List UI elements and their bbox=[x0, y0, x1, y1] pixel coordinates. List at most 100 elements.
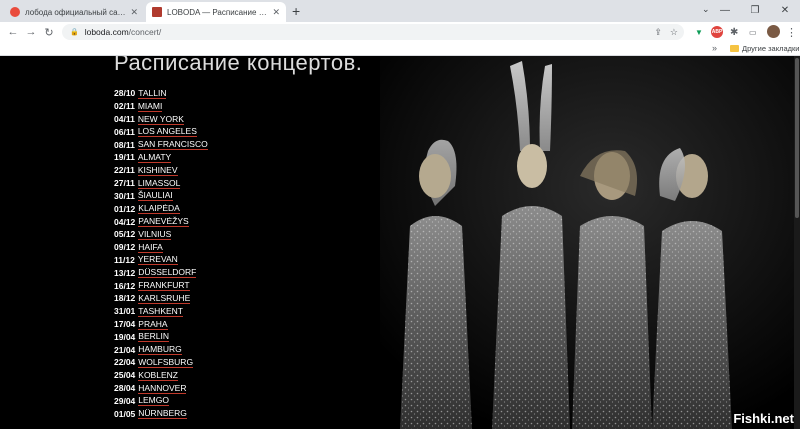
concert-row: 27/11 LIMASSOL bbox=[114, 177, 208, 190]
concert-row: 19/11 ALMATY bbox=[114, 151, 208, 164]
url-path: /concert/ bbox=[128, 27, 162, 37]
concert-city-link[interactable]: MIAMI bbox=[137, 101, 163, 112]
concert-city-link[interactable]: VILNIUS bbox=[138, 229, 172, 240]
lock-icon[interactable]: 🔒 bbox=[70, 28, 79, 36]
minimize-button[interactable]: — bbox=[710, 0, 740, 22]
restore-button[interactable]: ❐ bbox=[740, 0, 770, 22]
concert-date: 04/11 bbox=[114, 114, 135, 125]
concert-date: 08/11 bbox=[114, 139, 135, 150]
kebab-menu-icon[interactable]: ⋮ bbox=[786, 25, 797, 39]
bookmark-star-icon[interactable]: ☆ bbox=[670, 27, 678, 38]
back-icon[interactable]: ← bbox=[4, 26, 22, 38]
concert-date: 05/12 bbox=[114, 229, 136, 240]
bookmarks-overflow-chevron-icon[interactable]: » bbox=[712, 43, 717, 53]
concert-row: 01/12 KLAIPĖDA bbox=[114, 202, 208, 215]
address-bar[interactable]: 🔒 loboda.com/concert/ ⇪ ☆ bbox=[62, 24, 684, 40]
close-window-button[interactable]: ✕ bbox=[770, 0, 800, 22]
close-tab-icon[interactable]: ✕ bbox=[130, 7, 138, 18]
concert-city-link[interactable]: BERLIN bbox=[138, 331, 169, 343]
concert-date: 27/11 bbox=[114, 178, 135, 189]
reload-icon[interactable]: ↻ bbox=[40, 26, 58, 39]
concert-row: 29/04 LEMGO bbox=[114, 395, 208, 408]
concert-row: 06/11 LOS ANGELES bbox=[114, 125, 208, 138]
concert-date: 19/04 bbox=[114, 331, 136, 342]
close-tab-icon[interactable]: ✕ bbox=[272, 7, 280, 18]
concert-date: 28/04 bbox=[114, 383, 136, 394]
concert-city-link[interactable]: LIMASSOL bbox=[137, 178, 181, 189]
band-photo bbox=[380, 56, 800, 429]
new-tab-button[interactable]: + bbox=[292, 3, 300, 19]
concert-row: 02/11 MIAMI bbox=[114, 100, 208, 113]
window-controls: — ❐ ✕ bbox=[710, 0, 800, 22]
profile-avatar[interactable] bbox=[767, 25, 780, 38]
concert-city-link[interactable]: NEW YORK bbox=[137, 114, 184, 125]
concert-date: 30/11 bbox=[114, 190, 135, 201]
concert-row: 18/12 KARLSRUHE bbox=[114, 292, 208, 305]
shield-extension-icon[interactable]: ▼ bbox=[693, 25, 705, 39]
extensions-puzzle-icon[interactable]: ✱ bbox=[730, 25, 738, 39]
yandex-favicon-icon bbox=[10, 7, 20, 17]
page-scrollbar[interactable] bbox=[794, 56, 800, 429]
concert-row: 04/12 PANEVĖŽYS bbox=[114, 215, 208, 228]
concert-city-link[interactable]: HAMBURG bbox=[138, 344, 182, 356]
tab-strip: лобода официальный сайт — Я ✕ LOBODA — Р… bbox=[0, 0, 800, 22]
concert-city-link[interactable]: YEREVAN bbox=[137, 254, 178, 266]
tab-title: LOBODA — Расписание концертов bbox=[167, 7, 268, 17]
share-icon[interactable]: ⇪ bbox=[654, 27, 662, 38]
concert-city-link[interactable]: SAN FRANCISCO bbox=[137, 139, 208, 151]
concert-list: 28/10 TALLIN 02/11 MIAMI 04/11 NEW YORK 06/11 L… bbox=[114, 87, 208, 420]
watermark: Fishki.net bbox=[733, 411, 794, 426]
concert-row: 19/04 BERLIN bbox=[114, 330, 208, 343]
concert-city-link[interactable]: PRAHA bbox=[138, 319, 168, 330]
concert-date: 16/12 bbox=[114, 280, 136, 291]
concert-date: 17/04 bbox=[114, 319, 136, 330]
concert-row: 17/04 PRAHA bbox=[114, 318, 208, 331]
concert-city-link[interactable]: TASHKENT bbox=[138, 306, 183, 317]
concert-city-link[interactable]: KISHINEV bbox=[137, 165, 178, 176]
concert-row: 25/04 KOBLENZ bbox=[114, 369, 208, 382]
concert-city-link[interactable]: LEMGO bbox=[138, 395, 169, 407]
scrollbar-thumb[interactable] bbox=[795, 58, 799, 218]
tab-yandex-search[interactable]: лобода официальный сайт — Я ✕ bbox=[4, 2, 144, 22]
concert-city-link[interactable]: KLAIPĖDA bbox=[138, 203, 180, 215]
concert-row: 31/01 TASHKENT bbox=[114, 305, 208, 318]
concert-city-link[interactable]: HANNOVER bbox=[138, 383, 187, 394]
concert-city-link[interactable]: NÜRNBERG bbox=[138, 408, 187, 420]
loboda-favicon-icon bbox=[152, 7, 162, 17]
tab-loboda-concerts[interactable]: LOBODA — Расписание концертов ✕ bbox=[146, 2, 286, 22]
page-title: Расписание концертов. bbox=[114, 56, 363, 75]
concert-city-link[interactable]: KOBLENZ bbox=[138, 370, 178, 381]
concert-city-link[interactable]: DÜSSELDORF bbox=[138, 267, 197, 279]
concert-date: 25/04 bbox=[114, 370, 136, 381]
concert-row: 30/11 ŠIAULIAI bbox=[114, 190, 208, 203]
concert-date: 04/12 bbox=[114, 216, 136, 227]
concert-row: 01/05 NÜRNBERG bbox=[114, 407, 208, 420]
concert-row: 04/11 NEW YORK bbox=[114, 113, 208, 126]
concert-city-link[interactable]: PANEVĖŽYS bbox=[138, 216, 189, 228]
concert-row: 21/04 HAMBURG bbox=[114, 343, 208, 356]
adblock-extension-icon[interactable]: ABP bbox=[711, 26, 723, 38]
concert-date: 02/11 bbox=[114, 101, 135, 112]
concert-date: 13/12 bbox=[114, 267, 136, 278]
forward-icon[interactable]: → bbox=[22, 26, 40, 38]
side-panel-icon[interactable]: ▭ bbox=[749, 25, 757, 39]
other-bookmarks-label: Другие закладки bbox=[742, 44, 800, 53]
concert-date: 09/12 bbox=[114, 242, 136, 253]
concert-city-link[interactable]: KARLSRUHE bbox=[138, 293, 191, 304]
concert-city-link[interactable]: ŠIAULIAI bbox=[137, 190, 173, 202]
concert-city-link[interactable]: ALMATY bbox=[137, 152, 172, 163]
concert-date: 29/04 bbox=[114, 395, 136, 406]
concert-city-link[interactable]: TALLIN bbox=[138, 88, 167, 99]
other-bookmarks-folder[interactable]: Другие закладки bbox=[730, 44, 799, 53]
concert-city-link[interactable]: HAIFA bbox=[138, 242, 163, 253]
concert-row: 05/12 VILNIUS bbox=[114, 228, 208, 241]
concert-date: 18/12 bbox=[114, 293, 136, 304]
concert-city-link[interactable]: LOS ANGELES bbox=[137, 126, 197, 138]
concert-date: 01/05 bbox=[114, 408, 136, 419]
url-host: loboda.com bbox=[84, 27, 129, 37]
concert-row: 22/11 KISHINEV bbox=[114, 164, 208, 177]
page-content: Расписание концертов. 28/10 TALLIN 02/11 MI… bbox=[0, 56, 800, 429]
concert-city-link[interactable]: WOLFSBURG bbox=[138, 357, 194, 368]
concert-city-link[interactable]: FRANKFURT bbox=[138, 280, 190, 292]
tab-search-icon[interactable]: ⌄ bbox=[702, 4, 710, 15]
